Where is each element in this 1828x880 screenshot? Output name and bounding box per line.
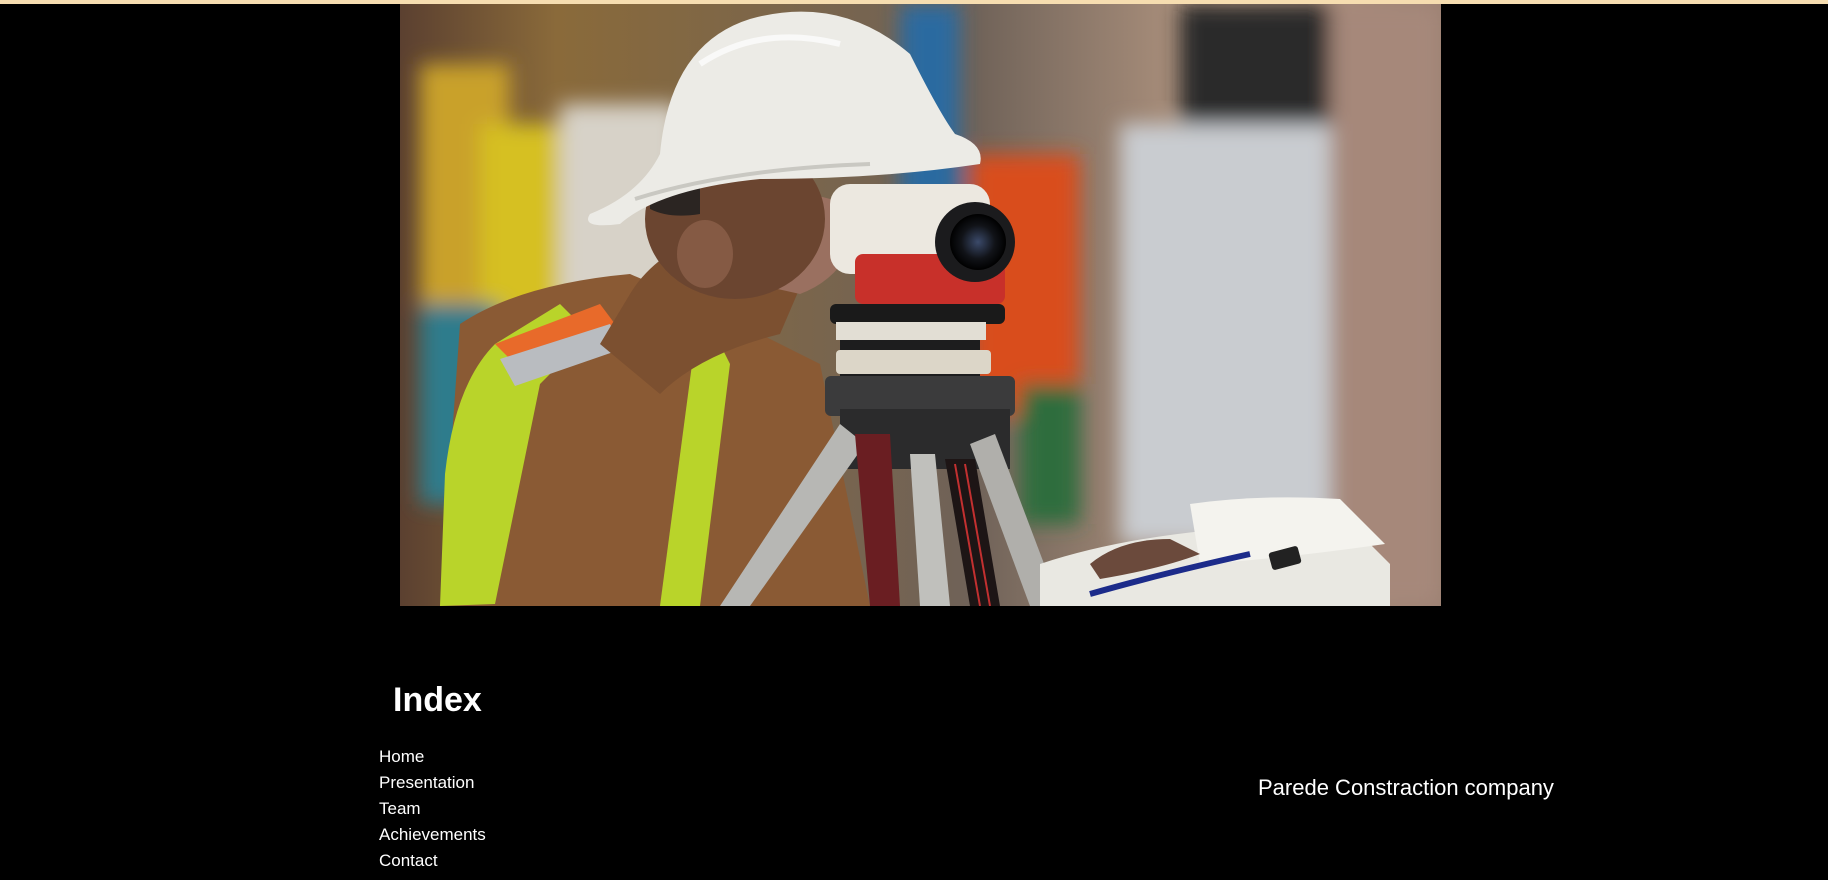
index-nav: Home Presentation Team Achievements Cont… [379,744,486,874]
hero-image [400,4,1441,606]
nav-link-contact[interactable]: Contact [379,848,486,874]
surveyor-photo [400,4,1441,606]
nav-link-home[interactable]: Home [379,744,486,770]
index-title: Index [393,681,482,719]
nav-item-achievements: Achievements [379,822,486,848]
nav-item-team: Team [379,796,486,822]
nav-link-achievements[interactable]: Achievements [379,822,486,848]
nav-item-contact: Contact [379,848,486,874]
nav-link-team[interactable]: Team [379,796,486,822]
company-name: Parede Constraction company [1258,775,1554,800]
nav-item-home: Home [379,744,486,770]
nav-item-presentation: Presentation [379,770,486,796]
nav-link-presentation[interactable]: Presentation [379,770,486,796]
